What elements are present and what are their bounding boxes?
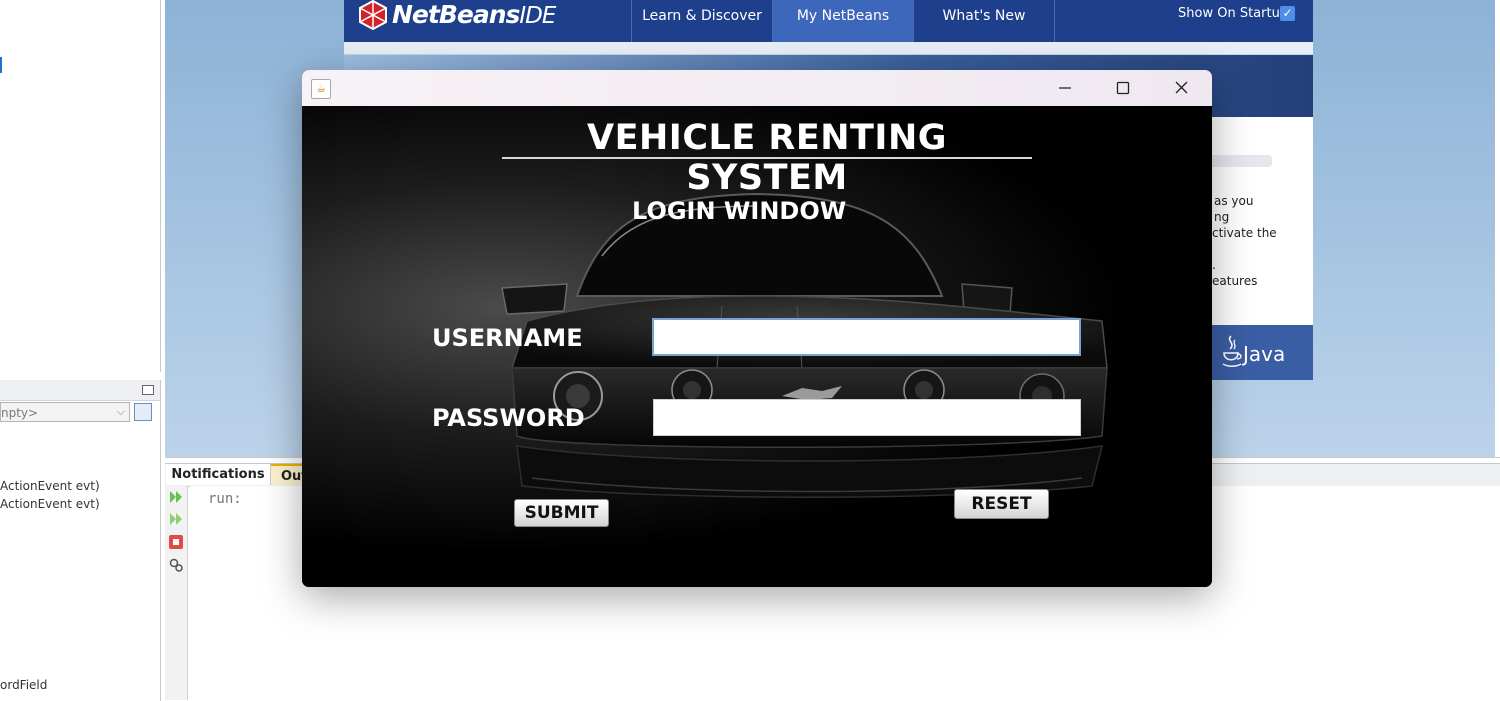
projects-panel xyxy=(0,0,161,372)
minimize-icon[interactable] xyxy=(1036,70,1094,106)
netbeans-logo-icon xyxy=(359,0,387,30)
rerun-with-params-icon[interactable] xyxy=(168,511,184,527)
login-panel: VEHICLE RENTING SYSTEM LOGIN WINDOW USER… xyxy=(302,106,1212,587)
navigator-member[interactable]: ActionEvent evt) xyxy=(0,497,100,511)
username-label: USERNAME xyxy=(432,324,583,352)
show-on-startup-checkbox[interactable]: ✓ xyxy=(1280,6,1295,21)
content-line: eatures xyxy=(1212,274,1258,288)
navigator-combo[interactable]: npty> ⌵ xyxy=(0,402,130,422)
logo-text: NetBeans xyxy=(392,0,520,29)
navigator-header xyxy=(0,380,160,401)
content-line: as you xyxy=(1214,194,1254,208)
login-heading: LOGIN WINDOW xyxy=(632,197,847,225)
username-field[interactable] xyxy=(652,318,1081,356)
login-dialog: ☕ VEHICLE RENTING SYSTEM LOGIN WINDOW US… xyxy=(302,70,1212,587)
submit-button[interactable]: SUBMIT xyxy=(514,499,609,527)
navigator-panel xyxy=(0,380,161,701)
java-cup-icon: ☕ xyxy=(311,79,331,99)
netbeans-logo: NetBeansIDE xyxy=(392,0,556,29)
content-line: ctivate the xyxy=(1212,226,1277,240)
maximize-icon[interactable] xyxy=(1094,70,1152,106)
content-line: . xyxy=(1212,258,1216,272)
dialog-titlebar[interactable]: ☕ xyxy=(302,70,1212,106)
close-icon[interactable] xyxy=(1152,70,1210,106)
java-logo-text: Java xyxy=(1243,342,1286,366)
selection-marker xyxy=(0,57,2,73)
rerun-icon[interactable] xyxy=(168,489,184,505)
show-on-startup-label: Show On Startup xyxy=(1178,6,1289,21)
start-page-strip xyxy=(344,42,1313,55)
java-cup-icon xyxy=(1222,335,1242,367)
navigator-member[interactable]: ordField xyxy=(0,678,47,692)
chevron-down-icon: ⌵ xyxy=(116,405,125,418)
minimize-panel-icon[interactable] xyxy=(142,385,154,395)
content-line: ng xyxy=(1214,210,1230,224)
filter-icon[interactable] xyxy=(134,403,152,421)
stop-icon[interactable] xyxy=(168,534,184,550)
tab-notifications[interactable]: Notifications xyxy=(166,464,271,485)
navigator-combo-value: npty> xyxy=(1,406,39,420)
start-page-bar xyxy=(1212,155,1272,167)
tab-whats-new[interactable]: What's New xyxy=(913,0,1055,42)
title-underline xyxy=(502,157,1032,159)
reset-button[interactable]: RESET xyxy=(954,489,1049,519)
tab-learn-discover[interactable]: Learn & Discover xyxy=(631,0,772,42)
tab-my-netbeans[interactable]: My NetBeans xyxy=(772,0,913,42)
settings-icon[interactable] xyxy=(168,557,184,573)
password-field[interactable] xyxy=(653,399,1081,436)
navigator-member[interactable]: ActionEvent evt) xyxy=(0,479,100,493)
output-text: run: xyxy=(208,491,242,507)
logo-suffix: IDE xyxy=(519,3,556,29)
password-label: PASSWORD xyxy=(432,404,585,432)
